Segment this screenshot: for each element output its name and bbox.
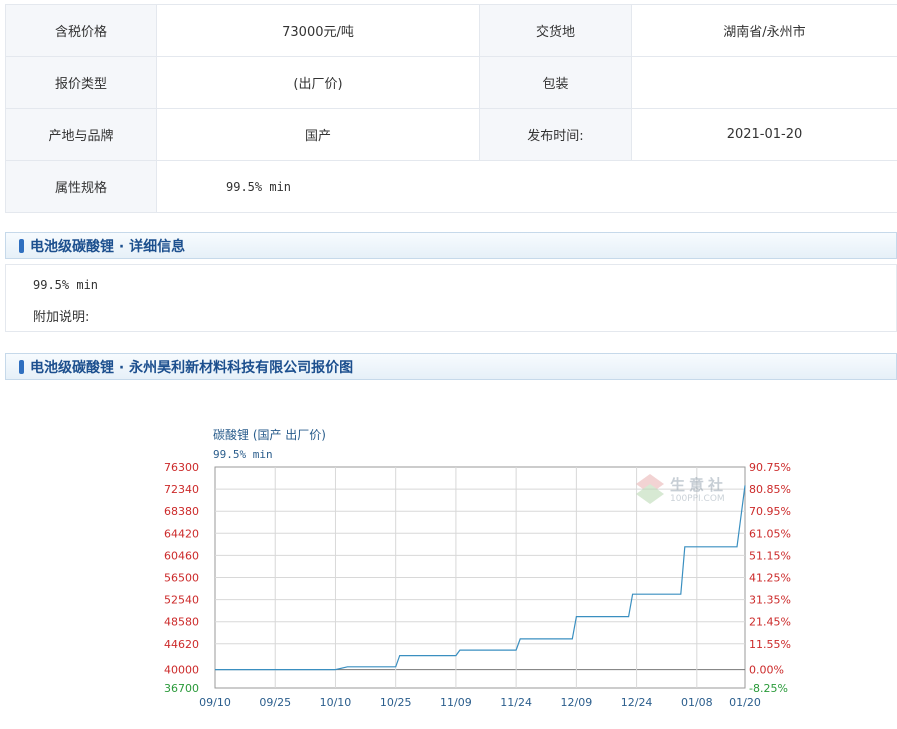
y-left-tick-label: 60460: [164, 549, 199, 562]
x-tick-label: 11/24: [500, 696, 532, 709]
chart-section-header: 电池级碳酸锂 · 永州昊利新材料科技有限公司报价图: [5, 353, 897, 380]
table-row: 属性规格 99.5% min: [5, 160, 897, 213]
tax-price-value: 73000元/吨: [156, 4, 480, 57]
packaging-label: 包装: [479, 56, 632, 109]
watermark-logo-icon: [636, 474, 664, 504]
chart-svg: 76300 90.75% 72340 80.85% 68380 70.95% 64420 61…: [164, 461, 791, 709]
x-tick-label: 10/25: [380, 696, 412, 709]
detail-section-title: 电池级碳酸锂 · 详细信息: [30, 238, 186, 255]
spec-value: 99.5% min: [156, 160, 897, 213]
spec-label: 属性规格: [5, 160, 157, 213]
detail-section-header: 电池级碳酸锂 · 详细信息: [5, 232, 897, 259]
y-left-tick-label: 64420: [164, 527, 199, 540]
tax-price-label: 含税价格: [5, 4, 157, 57]
publish-time-label: 发布时间:: [479, 108, 632, 161]
x-tick-label: 12/09: [561, 696, 593, 709]
table-row: 报价类型 (出厂价) 包装: [5, 56, 897, 109]
x-tick-label: 09/25: [259, 696, 291, 709]
delivery-place-label: 交货地: [479, 4, 632, 57]
section-bar-icon: [19, 238, 24, 253]
chart-section-title: 电池级碳酸锂 · 永州昊利新材料科技有限公司报价图: [30, 359, 354, 376]
y-left-tick-label: 44620: [164, 638, 199, 651]
y-right-tick-label: 41.25%: [749, 572, 791, 585]
y-right-tick-label: 31.35%: [749, 594, 791, 607]
y-left-tick-label: 72340: [164, 483, 199, 496]
y-left-tick-label: 76300: [164, 461, 199, 474]
watermark-en: 100PPI.COM: [670, 494, 725, 504]
x-tick-label: 01/20: [729, 696, 761, 709]
packaging-value: [631, 56, 897, 109]
section-bar-icon: [19, 359, 24, 374]
watermark-cn: 生意社: [670, 476, 728, 494]
y-right-tick-label: 51.15%: [749, 549, 791, 562]
origin-brand-value: 国产: [156, 108, 480, 161]
y-left-tick-label: 56500: [164, 572, 199, 585]
y-right-tick-label: -8.25%: [749, 682, 788, 695]
watermark: 生意社 100PPI.COM: [636, 472, 732, 508]
y-right-tick-label: 11.55%: [749, 638, 791, 651]
y-right-tick-label: 80.85%: [749, 483, 791, 496]
delivery-place-value: 湖南省/永州市: [631, 4, 897, 57]
x-tick-label: 12/24: [621, 696, 653, 709]
y-left-tick-label: 68380: [164, 505, 199, 518]
x-tick-label: 11/09: [440, 696, 472, 709]
y-left-tick-label: 40000: [164, 664, 199, 677]
quote-type-label: 报价类型: [5, 56, 157, 109]
table-row: 含税价格 73000元/吨 交货地 湖南省/永州市: [5, 4, 897, 57]
quote-type-value: (出厂价): [156, 56, 480, 109]
table-row: 产地与品牌 国产 发布时间: 2021-01-20: [5, 108, 897, 161]
y-right-tick-label: 21.45%: [749, 616, 791, 629]
y-right-tick-label: 61.05%: [749, 527, 791, 540]
origin-brand-label: 产地与品牌: [5, 108, 157, 161]
x-tick-label: 09/10: [199, 696, 231, 709]
detail-box: 99.5% min 附加说明:: [5, 264, 897, 332]
y-right-tick-label: 90.75%: [749, 461, 791, 474]
x-tick-label: 10/10: [320, 696, 352, 709]
y-left-tick-label: 48580: [164, 616, 199, 629]
publish-time-value: 2021-01-20: [631, 108, 897, 161]
detail-note-label: 附加说明:: [33, 310, 90, 325]
y-right-tick-label: 0.00%: [749, 664, 784, 677]
price-info-table: 含税价格 73000元/吨 交货地 湖南省/永州市 报价类型 (出厂价) 包装 …: [5, 4, 897, 213]
x-tick-label: 01/08: [681, 696, 713, 709]
detail-spec: 99.5% min: [33, 278, 99, 292]
price-chart: 碳酸锂 (国产 出厂价) 99.5% min 76300 90.75% 72340 8…: [160, 420, 800, 720]
y-left-tick-label: 36700: [164, 682, 199, 695]
y-left-tick-label: 52540: [164, 594, 199, 607]
y-right-tick-label: 70.95%: [749, 505, 791, 518]
